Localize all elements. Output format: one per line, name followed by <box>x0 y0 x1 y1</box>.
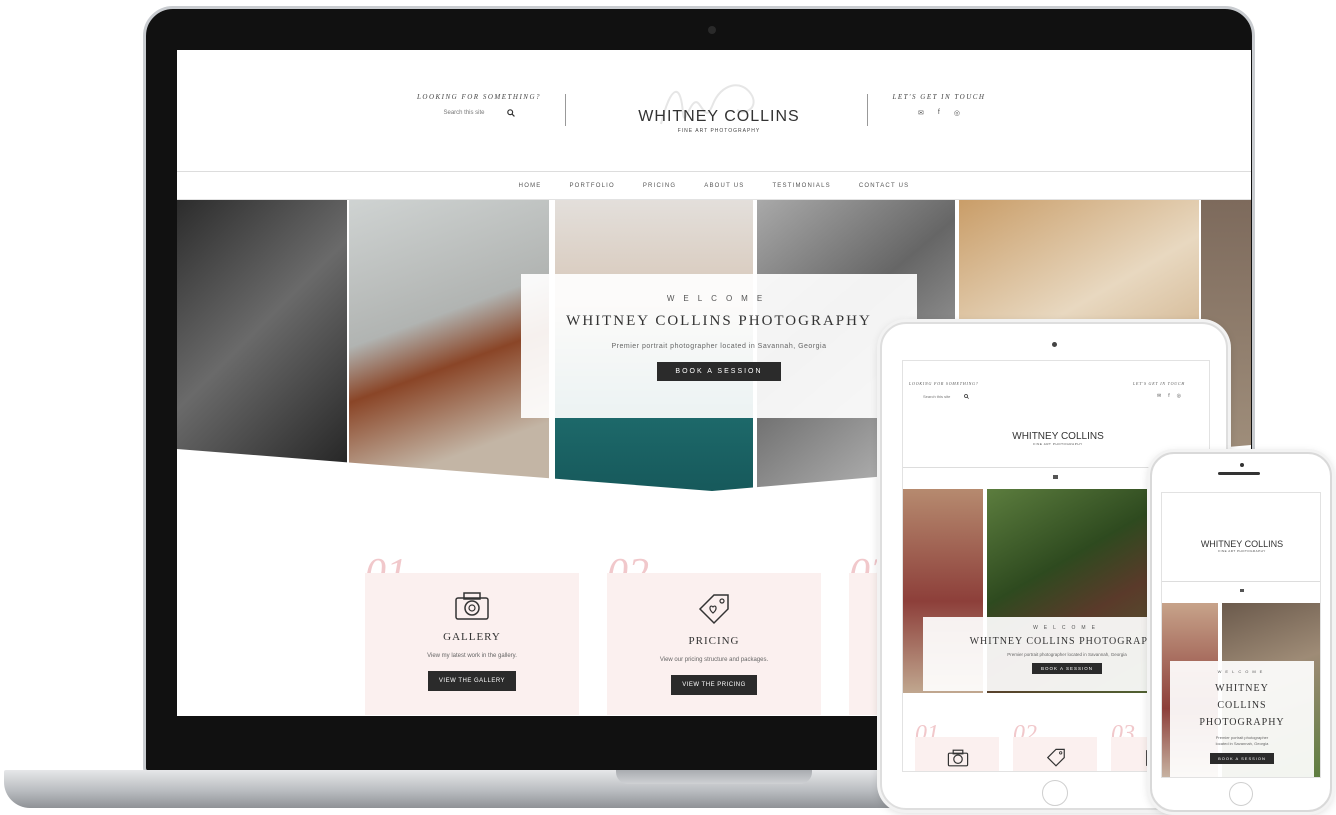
welcome-kicker: WELCOME <box>666 294 772 303</box>
site-logo[interactable]: WHITNEY COLLINS FINE ART PHOTOGRAPHY <box>1162 539 1320 553</box>
tablet-camera <box>1052 342 1057 347</box>
nav-pricing[interactable]: PRICING <box>643 183 676 189</box>
search-input[interactable]: Search this site <box>923 394 950 399</box>
nav-about[interactable]: ABOUT US <box>704 183 744 189</box>
service-text: View my latest work in the gallery. <box>427 653 517 659</box>
brand-tagline: FINE ART PHOTOGRAPHY <box>677 128 761 134</box>
welcome-title-line-2: COLLINS <box>1217 700 1267 711</box>
site-header: LOOKING FOR SOMETHING? Search this site … <box>177 50 1251 172</box>
nav-testimonials[interactable]: TESTIMONIALS <box>772 183 830 189</box>
email-icon[interactable]: ✉ <box>918 109 924 117</box>
brand-tagline: FINE ART PHOTOGRAPHY <box>1033 442 1083 446</box>
brand-name: WHITNEY COLLINS <box>638 108 800 125</box>
social-block: LET'S GET IN TOUCH ✉ f ◎ <box>877 93 1001 117</box>
search-icon[interactable] <box>506 109 515 117</box>
welcome-subtitle-line-2: located in Savannah, Georgia <box>1215 741 1269 746</box>
search-icon[interactable] <box>964 394 970 399</box>
facebook-icon[interactable]: f <box>938 109 940 117</box>
menu-icon[interactable] <box>1053 475 1058 479</box>
brand-name: WHITNEY COLLINS <box>1200 539 1284 549</box>
service-card-gallery: GALLERY View my latest work in the galle… <box>365 573 579 715</box>
welcome-kicker: WELCOME <box>1217 669 1267 674</box>
tag-icon <box>698 594 729 625</box>
search-label: LOOKING FOR SOMETHING? <box>909 381 979 386</box>
header-divider <box>1162 581 1320 582</box>
social-label: LET'S GET IN TOUCH <box>892 93 986 101</box>
phone-camera <box>1240 463 1244 467</box>
search-input[interactable]: Search this site <box>443 110 484 116</box>
tag-icon <box>1046 748 1065 767</box>
menu-icon[interactable] <box>1240 589 1244 592</box>
social-icons: ✉ f ◎ <box>1157 393 1181 399</box>
welcome-title-line-1: WHITNEY <box>1215 683 1269 694</box>
book-session-button[interactable]: BOOK A SESSION <box>1031 663 1102 674</box>
site-logo[interactable]: WHITNEY COLLINS FINE ART PHOTOGRAPHY <box>617 84 821 134</box>
service-card-pricing: PRICING View our pricing structure and p… <box>607 573 821 715</box>
phone-home-button[interactable] <box>1229 782 1253 806</box>
search-block: LOOKING FOR SOMETHING? Search this site <box>417 93 541 117</box>
service-text: View our pricing structure and packages. <box>659 657 769 663</box>
welcome-box: WELCOME WHITNEY COLLINS PHOTOGRAPHY Prem… <box>1170 661 1314 777</box>
welcome-title: WHITNEY COLLINS PHOTOGRAPHY <box>566 313 872 329</box>
facebook-icon[interactable]: f <box>1168 393 1169 399</box>
nav-home[interactable]: HOME <box>519 183 542 189</box>
search-bar[interactable]: Search this site <box>417 109 541 117</box>
site-logo[interactable]: WHITNEY COLLINS FINE ART PHOTOGRAPHY <box>993 431 1123 446</box>
brand-tagline: FINE ART PHOTOGRAPHY <box>1218 549 1266 553</box>
book-session-button[interactable]: BOOK A SESSION <box>657 362 781 381</box>
header-divider <box>867 94 868 126</box>
brand-name: WHITNEY COLLINS <box>1012 431 1104 442</box>
search-label: LOOKING FOR SOMETHING? <box>417 93 541 101</box>
phone-screen: WHITNEY COLLINS FINE ART PHOTOGRAPHY WEL… <box>1161 492 1321 778</box>
search-bar[interactable]: Search this site <box>923 394 970 399</box>
welcome-subtitle: Premier portrait photographer located in… <box>611 343 827 350</box>
social-label: LET'S GET IN TOUCH <box>1133 381 1186 386</box>
email-icon[interactable]: ✉ <box>1157 393 1161 399</box>
nav-contact[interactable]: CONTACT US <box>859 183 909 189</box>
camera-icon <box>947 749 969 767</box>
welcome-title-line-3: PHOTOGRAPHY <box>1199 717 1285 728</box>
instagram-icon[interactable]: ◎ <box>1177 393 1181 399</box>
view-pricing-button[interactable]: VIEW THE PRICING <box>671 675 757 695</box>
welcome-box: WELCOME WHITNEY COLLINS PHOTOGRAPHY Prem… <box>521 274 917 418</box>
laptop-notch <box>616 770 812 784</box>
header-divider <box>565 94 566 126</box>
phone-device: WHITNEY COLLINS FINE ART PHOTOGRAPHY WEL… <box>1150 452 1332 812</box>
camera-icon <box>455 592 489 620</box>
book-session-button[interactable]: BOOK A SESSION <box>1210 753 1274 764</box>
laptop-camera <box>708 26 716 34</box>
tablet-home-button[interactable] <box>1042 780 1068 806</box>
nav-portfolio[interactable]: PORTFOLIO <box>569 183 614 189</box>
service-title: PRICING <box>688 635 740 647</box>
device-mockup: LOOKING FOR SOMETHING? Search this site … <box>0 0 1336 815</box>
instagram-icon[interactable]: ◎ <box>954 109 960 117</box>
view-gallery-button[interactable]: VIEW THE GALLERY <box>427 671 517 691</box>
phone-speaker <box>1218 472 1260 475</box>
social-icons: ✉ f ◎ <box>877 109 1001 117</box>
service-title: GALLERY <box>443 631 501 643</box>
main-nav: HOME PORTFOLIO PRICING ABOUT US TESTIMON… <box>177 172 1251 200</box>
